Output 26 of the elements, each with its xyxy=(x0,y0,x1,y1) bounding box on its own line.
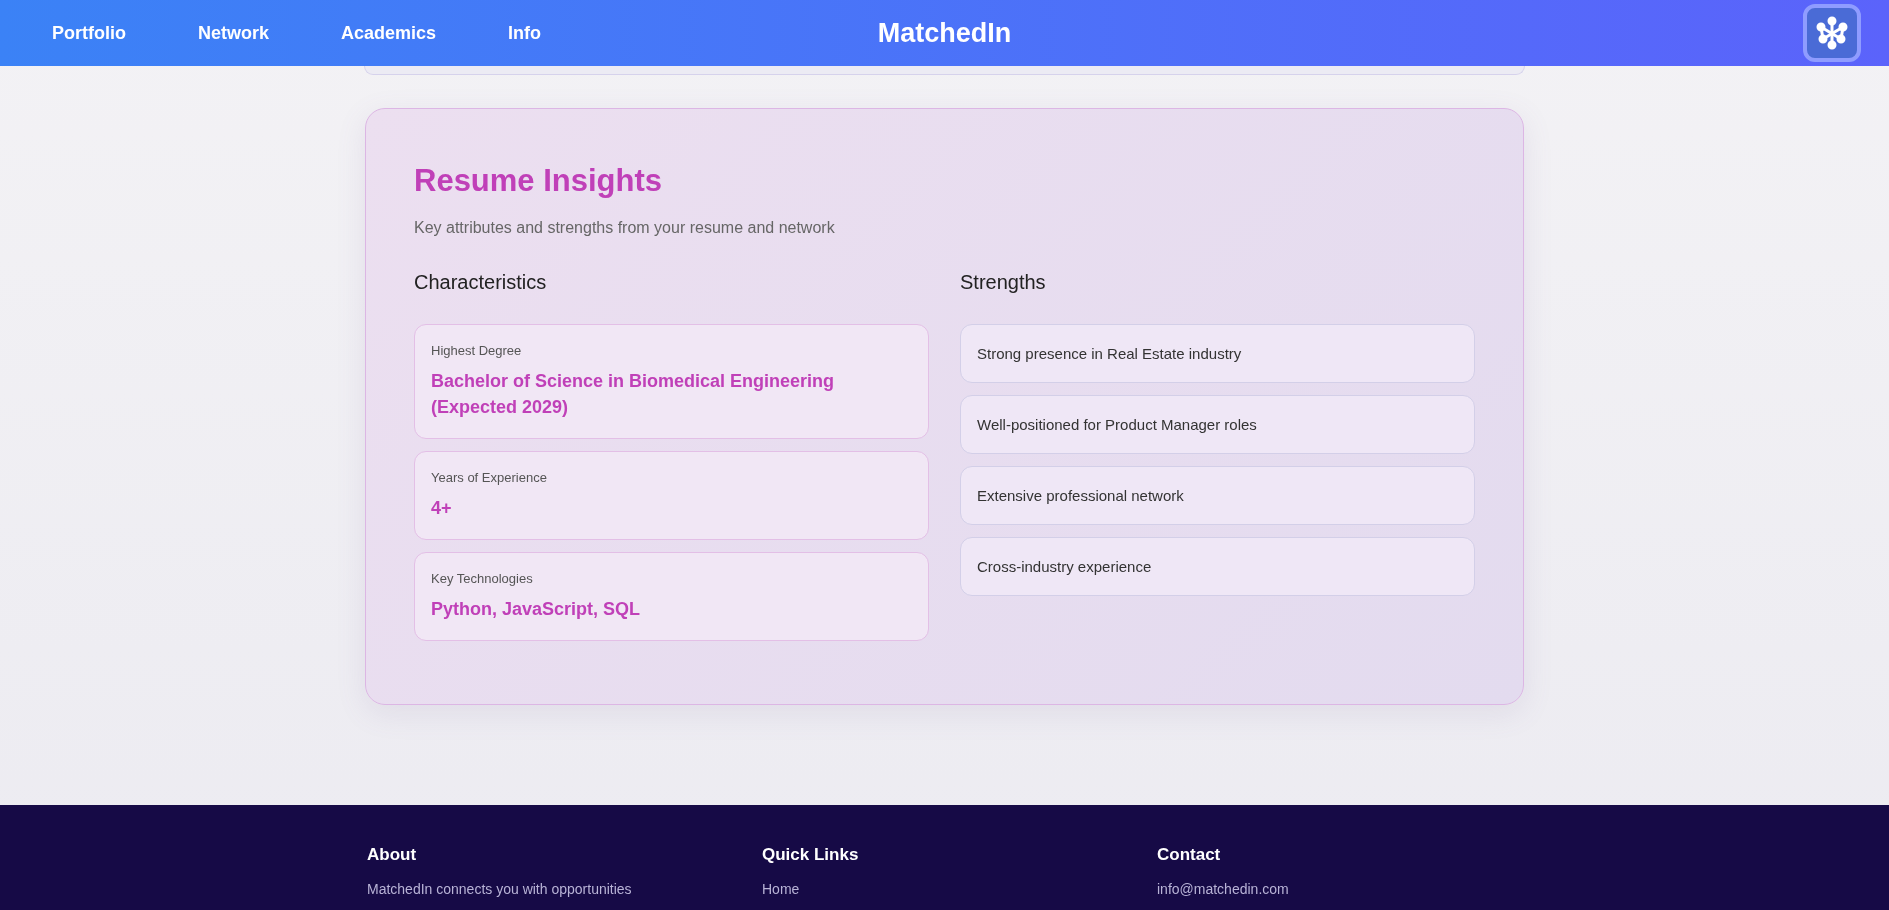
characteristic-value: 4+ xyxy=(431,497,453,521)
characteristic-value: Bachelor of Science in Biomedical Engineering (Expected 2029) xyxy=(431,370,836,420)
section-subtitle: Key attributes and strengths from your resume and network xyxy=(414,219,836,237)
characteristic-label: Key Technologies xyxy=(431,571,534,587)
characteristic-label: Years of Experience xyxy=(431,470,548,486)
footer-heading: Quick Links xyxy=(762,845,860,865)
nav-link[interactable]: Portfolio xyxy=(52,22,126,44)
nav-link[interactable]: Info xyxy=(508,22,542,44)
section-title: Resume Insights xyxy=(414,163,664,199)
strength-item: Well-positioned for Product Manager roles xyxy=(960,395,1475,454)
footer-link[interactable]: info@matchedin.com xyxy=(1157,881,1552,898)
network-logo-icon[interactable] xyxy=(1803,4,1861,62)
strength-item: Extensive professional network xyxy=(960,466,1475,525)
nav-link[interactable]: Network xyxy=(198,22,269,44)
column-heading: Strengths xyxy=(960,271,1047,294)
nav-link[interactable]: Academics xyxy=(341,22,437,44)
strength-item: Cross-industry experience xyxy=(960,537,1475,596)
footer-heading: About xyxy=(367,845,418,865)
characteristic-value: Python, JavaScript, SQL xyxy=(431,598,642,622)
brand-title: MatchedIn xyxy=(877,17,1012,49)
footer-link[interactable]: Home xyxy=(762,881,1157,898)
footer-text: MatchedIn connects you with opportunities xyxy=(367,881,633,898)
column-heading: Characteristics xyxy=(414,271,548,294)
footer-heading: Contact xyxy=(1157,845,1222,865)
characteristic-label: Highest Degree xyxy=(431,343,523,358)
strength-item: Strong presence in Real Estate industry xyxy=(960,324,1475,383)
